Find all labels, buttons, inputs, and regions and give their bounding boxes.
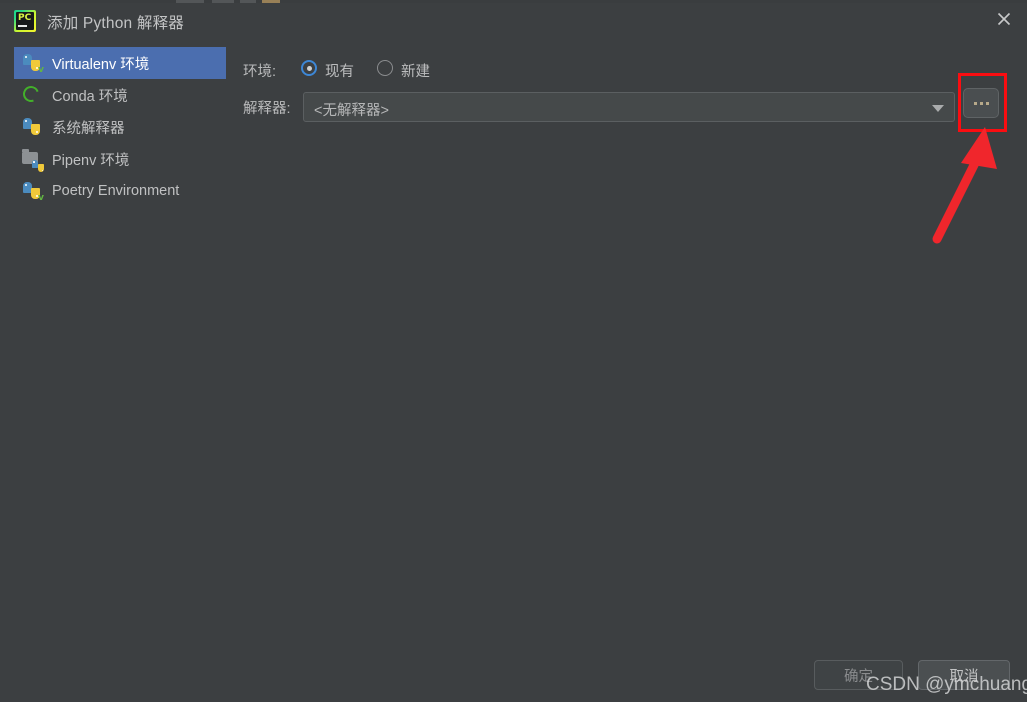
radio-new-environment[interactable] <box>377 60 393 76</box>
sidebar-item-label-poetry: Poetry Environment <box>52 183 180 199</box>
dialog-title: 添加 Python 解释器 <box>47 15 184 32</box>
pycharm-icon: PC <box>14 10 36 32</box>
interpreter-value: <无解释器> <box>314 103 389 119</box>
sidebar-item-label-virtualenv: Virtualenv 环境 <box>52 56 150 73</box>
python-icon <box>22 117 42 137</box>
add-python-interpreter-dialog: PC 添加 Python 解释器 v Virtualenv 环境 Conda 环… <box>0 3 1027 702</box>
environment-label: 环境: <box>243 64 277 80</box>
title-bar: PC 添加 Python 解释器 <box>0 3 1027 41</box>
sidebar-item-pipenv[interactable]: Pipenv 环境 <box>14 143 226 175</box>
python-virtualenv-icon: v <box>22 53 44 75</box>
red-arrow-annotation <box>932 127 997 244</box>
cancel-button[interactable]: 取消 <box>918 660 1010 690</box>
close-icon <box>997 12 1011 26</box>
pipenv-folder-icon <box>22 149 44 172</box>
sidebar-item-label-conda: Conda 环境 <box>52 88 128 105</box>
poetry-python-icon: v <box>22 181 44 203</box>
ok-button-label: 确定 <box>844 668 873 685</box>
ok-button[interactable]: 确定 <box>814 660 903 690</box>
conda-icon <box>20 83 42 105</box>
sidebar-item-poetry[interactable]: v Poetry Environment <box>14 175 226 207</box>
radio-existing-environment[interactable] <box>301 60 317 76</box>
chevron-down-icon[interactable] <box>932 105 944 112</box>
sidebar-item-conda[interactable]: Conda 环境 <box>14 79 226 111</box>
pycharm-icon-text: PC <box>18 13 32 23</box>
interpreter-combobox[interactable]: <无解释器> <box>303 92 955 122</box>
ellipsis-icon <box>973 101 989 105</box>
environment-type-list[interactable]: v Virtualenv 环境 Conda 环境 系统解释器 Pipenv 环境… <box>0 41 230 702</box>
close-button[interactable] <box>981 3 1027 35</box>
browse-interpreter-button[interactable] <box>963 88 999 118</box>
radio-existing-label[interactable]: 现有 <box>325 60 354 81</box>
sidebar-item-label-pipenv: Pipenv 环境 <box>52 152 130 169</box>
sidebar-item-virtualenv[interactable]: v Virtualenv 环境 <box>14 47 226 79</box>
cancel-button-label: 取消 <box>949 668 979 685</box>
sidebar-item-system-interpreter[interactable]: 系统解释器 <box>14 111 226 143</box>
radio-new-label[interactable]: 新建 <box>401 60 430 81</box>
interpreter-label: 解释器: <box>243 101 291 117</box>
sidebar-item-label-system: 系统解释器 <box>52 120 125 137</box>
